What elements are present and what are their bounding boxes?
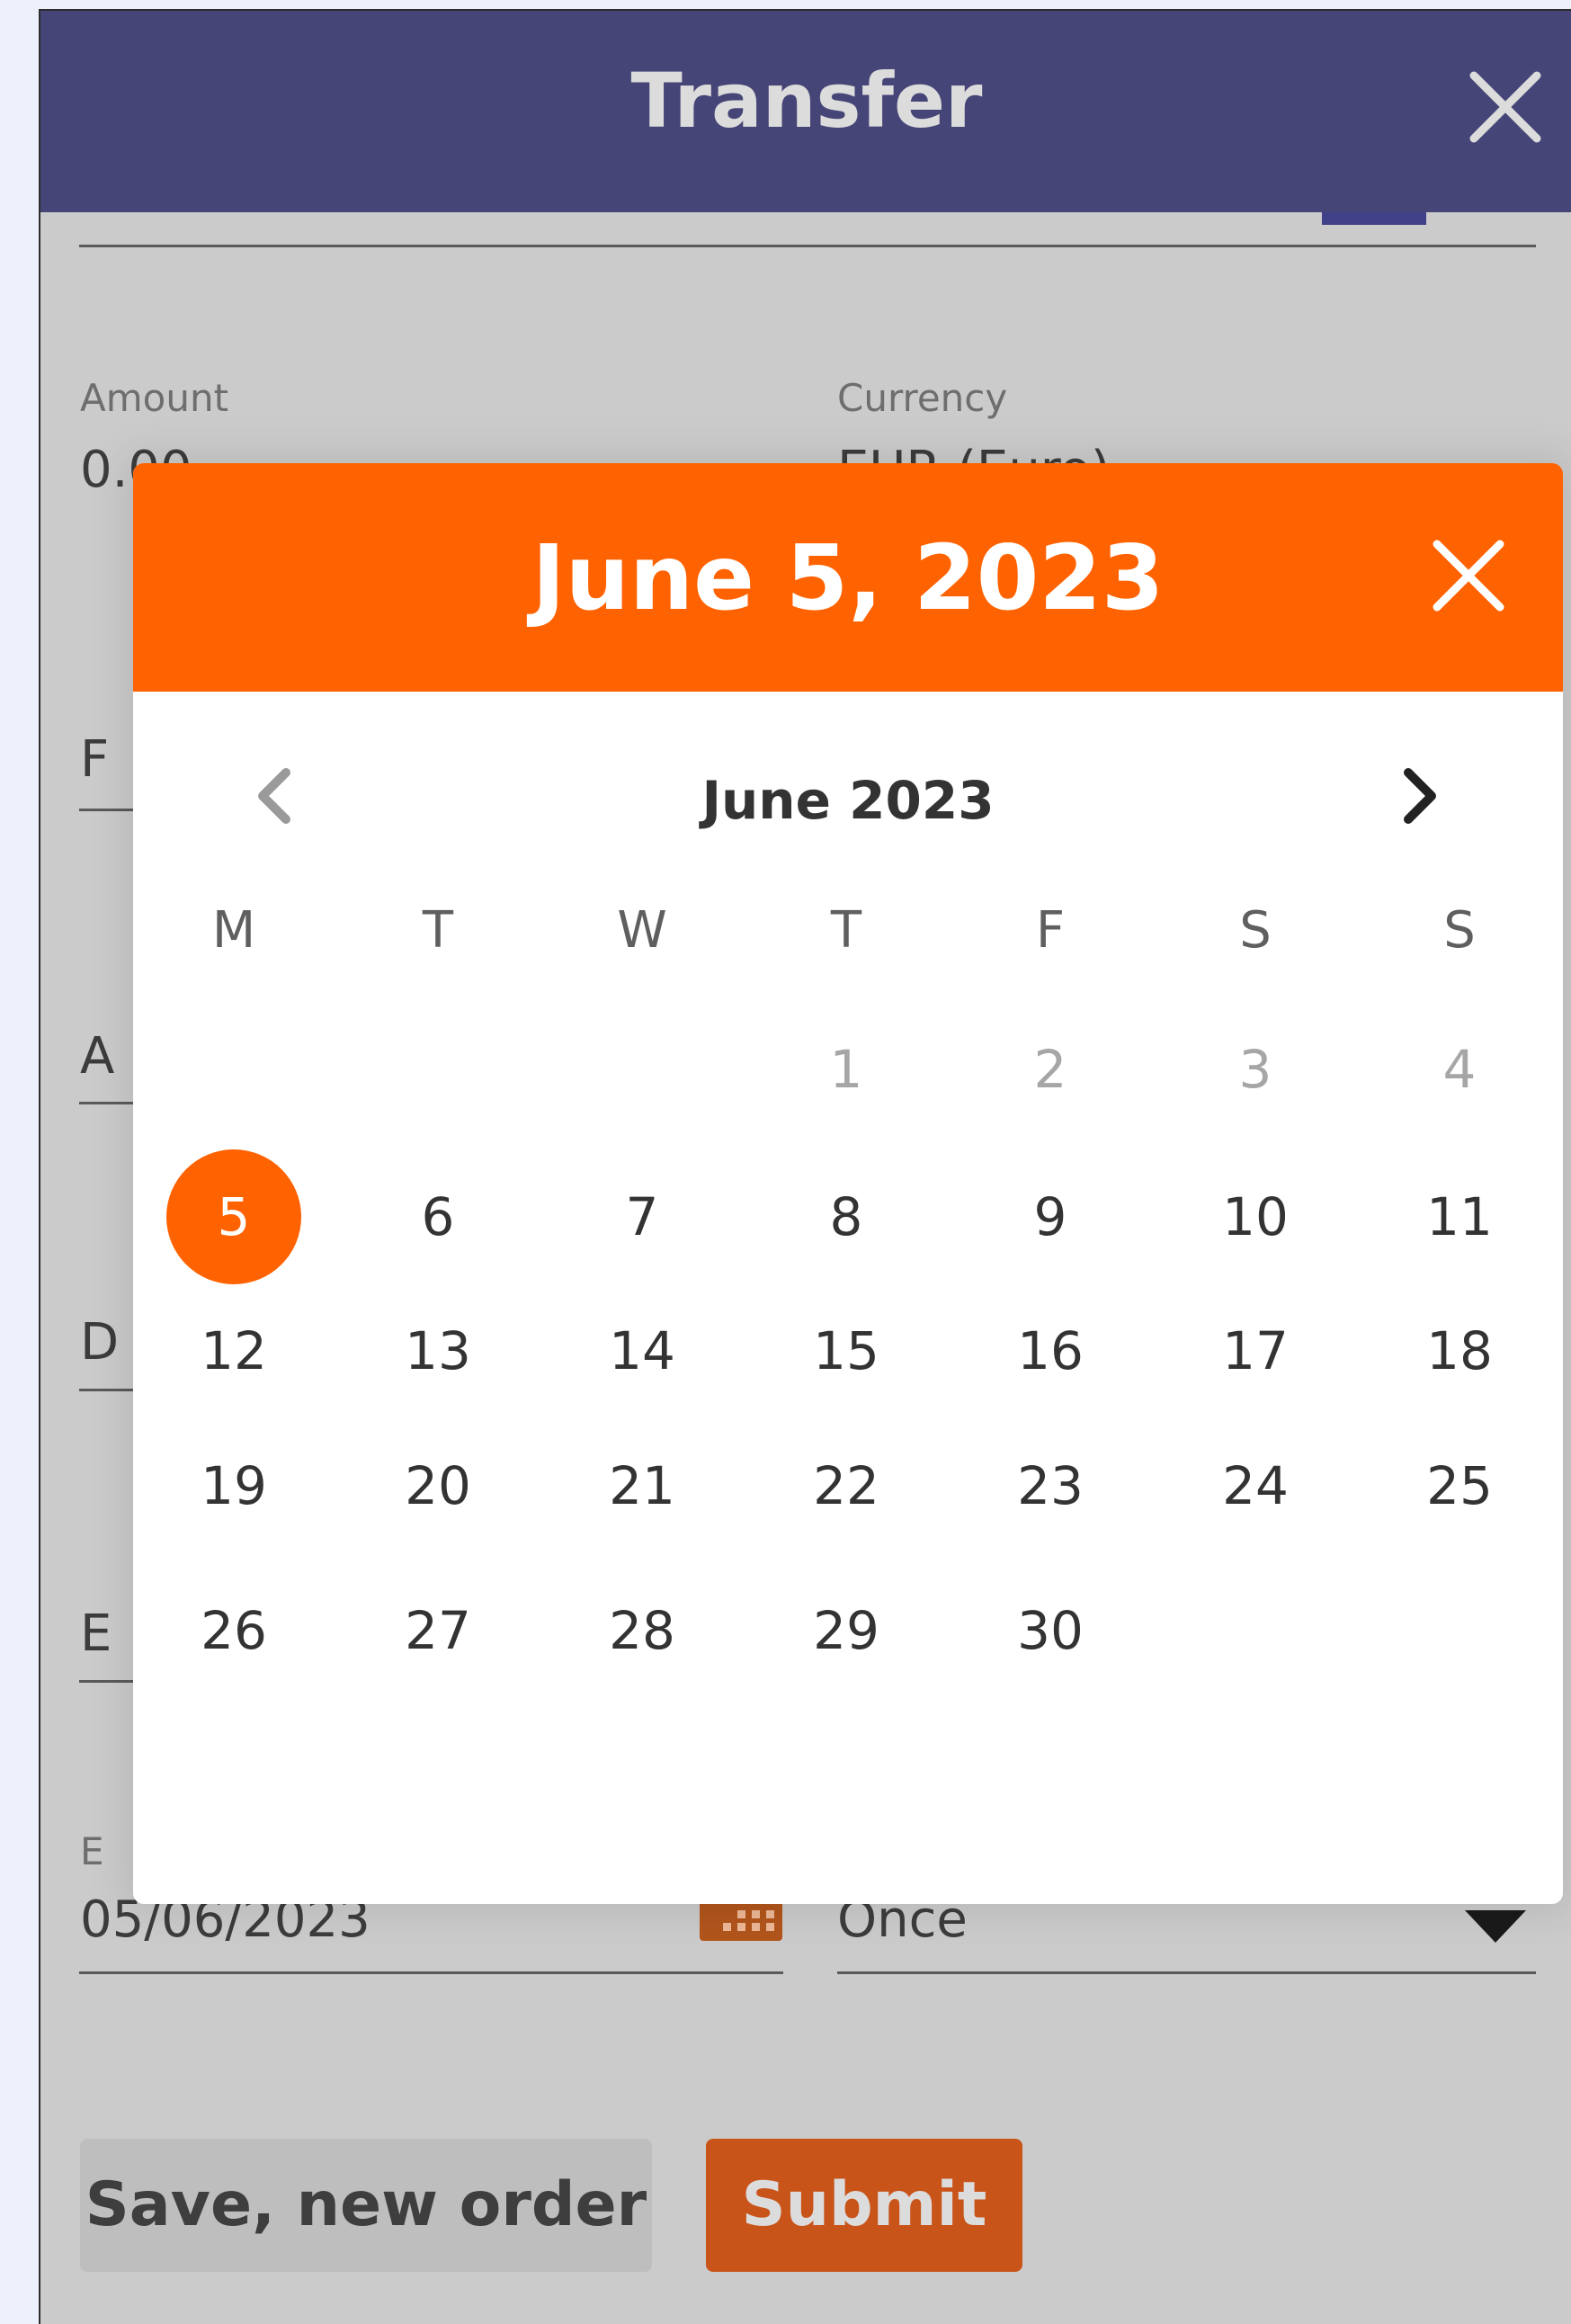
calendar-day[interactable]: 25 [1392, 1418, 1527, 1553]
calendar-day[interactable]: 14 [575, 1283, 710, 1418]
calendar-day[interactable]: 27 [370, 1563, 505, 1698]
selected-day[interactable]: 5 [166, 1149, 301, 1284]
date-picker-header: June 5, 2023 [133, 463, 1563, 692]
selected-date-title: June 5, 2023 [531, 525, 1165, 630]
calendar-day[interactable]: 11 [1392, 1149, 1527, 1284]
calendar-day[interactable]: 28 [575, 1563, 710, 1698]
calendar-day[interactable]: 2 [983, 1002, 1118, 1137]
field-underline [79, 245, 1536, 247]
weekday-label: T [830, 901, 862, 960]
field-underline [837, 1971, 1536, 1974]
calendar-day[interactable]: 29 [779, 1563, 914, 1698]
app-header: Transfer [40, 11, 1571, 212]
date-picker-dialog: June 5, 2023 June 2023 MTWTFSS 123456789… [133, 463, 1563, 1904]
calendar-day[interactable]: 30 [983, 1563, 1118, 1698]
calendar-day[interactable]: 15 [779, 1283, 914, 1418]
execution-date-label: E [80, 1829, 104, 1873]
calendar-day[interactable]: 26 [166, 1563, 301, 1698]
calendar-day[interactable]: 7 [575, 1149, 710, 1284]
calendar-day[interactable]: 18 [1392, 1283, 1527, 1418]
close-icon[interactable] [1428, 535, 1509, 616]
submit-button[interactable]: Submit [706, 2139, 1022, 2272]
calendar-day[interactable]: 21 [575, 1418, 710, 1553]
weekday-label: S [1443, 901, 1476, 960]
field-indicator [1322, 212, 1426, 225]
weekday-label: S [1239, 901, 1272, 960]
chevron-right-icon[interactable] [1383, 760, 1455, 832]
calendar-day[interactable]: 10 [1188, 1149, 1323, 1284]
calendar-day[interactable]: 19 [166, 1418, 301, 1553]
transfer-screen: Transfer Amount 0.00 Currency EUR (Euro)… [39, 9, 1571, 2324]
calendar-day[interactable]: 6 [370, 1149, 505, 1284]
weekday-label: T [422, 901, 454, 960]
calendar-day[interactable]: 4 [1392, 1002, 1527, 1137]
field-initial: E [80, 1604, 112, 1663]
weekday-label: F [1035, 901, 1066, 960]
currency-label: Currency [837, 376, 1008, 420]
page-title: Transfer [630, 57, 983, 145]
chevron-down-icon[interactable] [1465, 1910, 1526, 1943]
field-initial: F [80, 730, 110, 789]
close-icon[interactable] [1465, 67, 1546, 147]
field-initial: A [80, 1027, 115, 1086]
field-underline [79, 1971, 783, 1974]
calendar-day[interactable]: 20 [370, 1418, 505, 1553]
amount-label: Amount [80, 376, 229, 420]
calendar-day[interactable]: 23 [983, 1418, 1118, 1553]
month-label: June 2023 [701, 770, 995, 831]
save-new-order-button[interactable]: Save, new order [80, 2139, 652, 2272]
calendar-day[interactable]: 8 [779, 1149, 914, 1284]
calendar-day[interactable]: 1 [779, 1002, 914, 1137]
calendar-day[interactable]: 12 [166, 1283, 301, 1418]
calendar-day[interactable]: 9 [983, 1149, 1118, 1284]
calendar-day[interactable]: 3 [1188, 1002, 1323, 1137]
weekday-label: W [617, 901, 667, 960]
calendar-day[interactable]: 13 [370, 1283, 505, 1418]
field-initial: D [80, 1313, 120, 1372]
calendar-day[interactable]: 22 [779, 1418, 914, 1553]
calendar-day[interactable]: 16 [983, 1283, 1118, 1418]
weekday-label: M [211, 901, 256, 960]
calendar-day[interactable]: 17 [1188, 1283, 1323, 1418]
calendar-day[interactable]: 24 [1188, 1418, 1323, 1553]
